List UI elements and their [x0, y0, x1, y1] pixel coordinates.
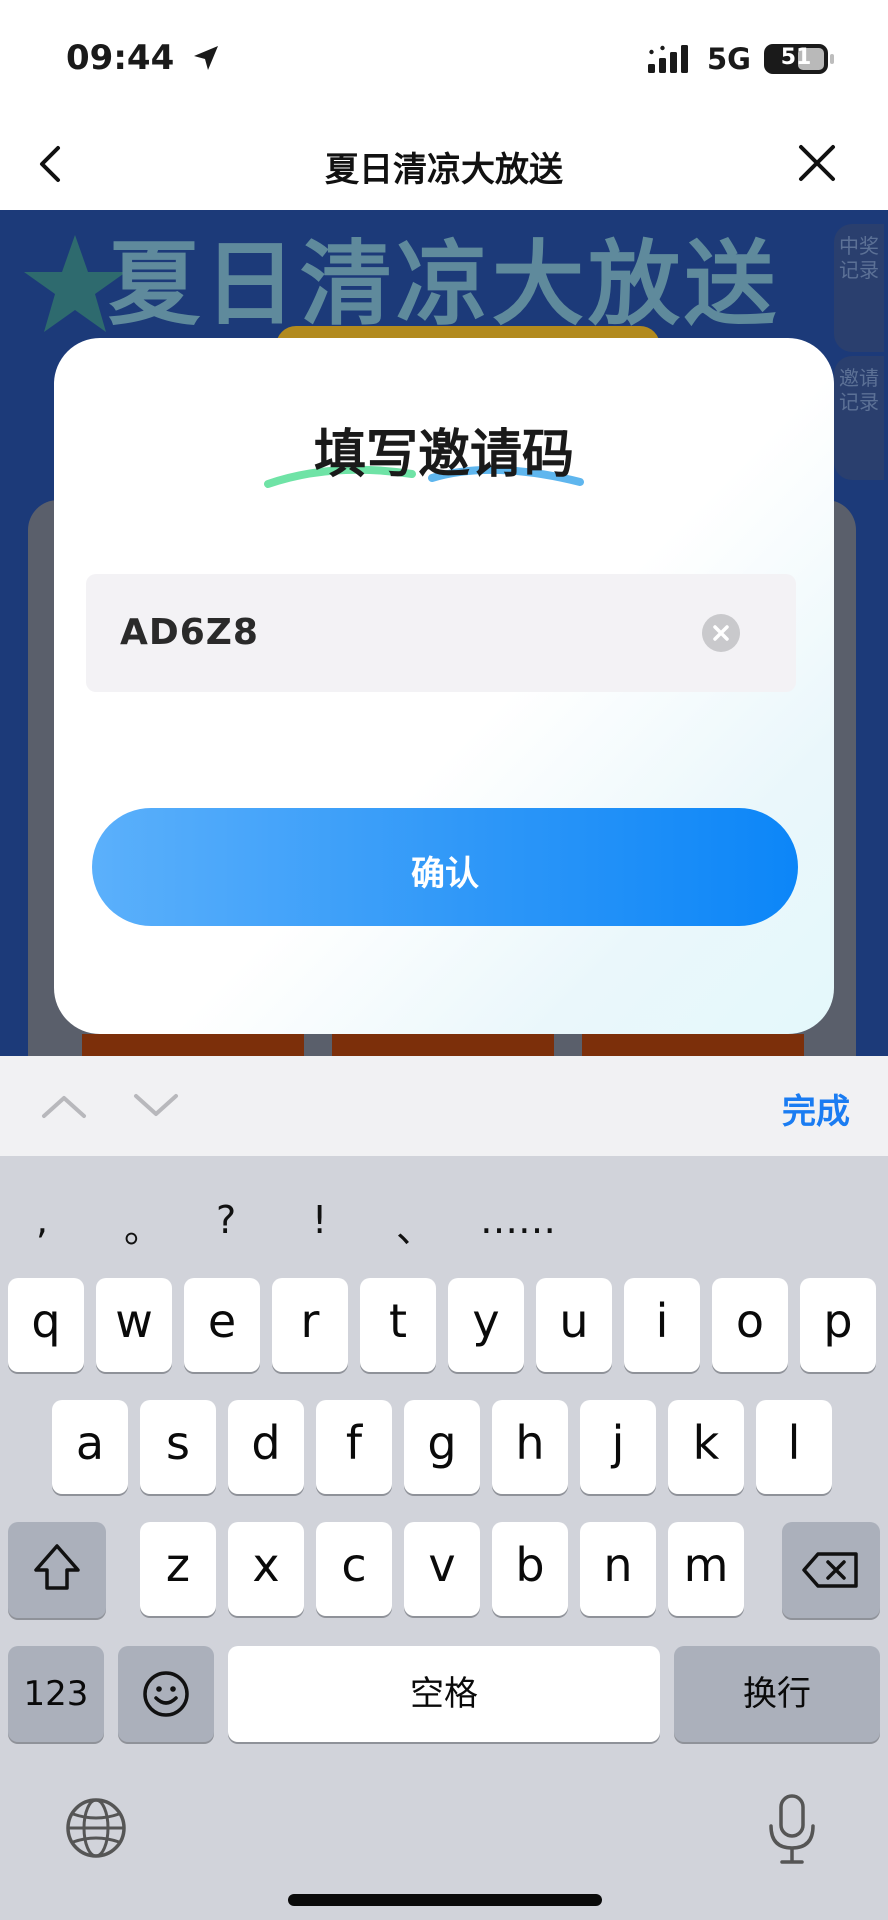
keyboard: , 。 ? ! 、 …… q w e r t y u i o p a s d f…	[0, 1156, 888, 1920]
status-time: 09:44	[66, 38, 175, 78]
network-type: 5G	[707, 42, 751, 76]
key-d[interactable]: d	[228, 1400, 304, 1494]
cellular-signal-icon	[648, 45, 688, 73]
dialog-title: 填写邀请码	[313, 425, 574, 485]
key-x[interactable]: x	[228, 1522, 304, 1616]
nav-bar: 夏日清凉大放送	[0, 118, 888, 210]
previous-field-chevron-up-icon[interactable]	[40, 1090, 88, 1122]
microphone-icon[interactable]	[764, 1792, 820, 1868]
key-y[interactable]: y	[448, 1278, 524, 1372]
key-g[interactable]: g	[404, 1400, 480, 1494]
punct-key[interactable]: ?	[216, 1198, 236, 1242]
promo-card	[82, 1034, 304, 1056]
emoji-key[interactable]	[118, 1646, 214, 1742]
key-u[interactable]: u	[536, 1278, 612, 1372]
side-tab-prize-records[interactable]: 中奖记录	[834, 224, 884, 352]
confirm-label: 确认	[411, 854, 479, 894]
battery-level: 51	[780, 45, 812, 70]
key-n[interactable]: n	[580, 1522, 656, 1616]
key-z[interactable]: z	[140, 1522, 216, 1616]
shift-arrow-icon	[34, 1544, 80, 1590]
key-w[interactable]: w	[96, 1278, 172, 1372]
close-icon[interactable]	[796, 138, 838, 188]
key-k[interactable]: k	[668, 1400, 744, 1494]
punct-key[interactable]: !	[312, 1198, 327, 1242]
key-o[interactable]: o	[712, 1278, 788, 1372]
globe-icon[interactable]	[64, 1796, 128, 1860]
key-l[interactable]: l	[756, 1400, 832, 1494]
confirm-button[interactable]: 确认	[92, 808, 798, 926]
key-p[interactable]: p	[800, 1278, 876, 1372]
shift-key[interactable]	[8, 1522, 106, 1618]
punct-key[interactable]: 。	[124, 1198, 162, 1253]
emoji-smiley-icon	[143, 1671, 189, 1717]
invite-code-dialog: 填写邀请码 AD6Z8 确认	[54, 338, 834, 1034]
key-a[interactable]: a	[52, 1400, 128, 1494]
space-key[interactable]: 空格	[228, 1646, 660, 1742]
key-r[interactable]: r	[272, 1278, 348, 1372]
key-h[interactable]: h	[492, 1400, 568, 1494]
key-j[interactable]: j	[580, 1400, 656, 1494]
key-i[interactable]: i	[624, 1278, 700, 1372]
clear-x-icon	[713, 625, 729, 641]
invite-code-value: AD6Z8	[120, 612, 259, 653]
home-indicator	[288, 1894, 602, 1906]
punct-key[interactable]: 、	[396, 1198, 434, 1253]
key-c[interactable]: c	[316, 1522, 392, 1616]
done-button[interactable]: 完成	[782, 1084, 850, 1133]
key-t[interactable]: t	[360, 1278, 436, 1372]
punct-key[interactable]: ……	[480, 1198, 556, 1242]
numbers-key[interactable]: 123	[8, 1646, 104, 1742]
key-v[interactable]: v	[404, 1522, 480, 1616]
key-s[interactable]: s	[140, 1400, 216, 1494]
backspace-key[interactable]	[782, 1522, 880, 1618]
status-bar: 09:44 5G 51	[0, 0, 888, 118]
key-b[interactable]: b	[492, 1522, 568, 1616]
keyboard-accessory-bar: 完成	[0, 1056, 888, 1156]
key-q[interactable]: q	[8, 1278, 84, 1372]
invite-code-input[interactable]: AD6Z8	[86, 574, 796, 692]
location-arrow-icon	[194, 46, 218, 70]
clear-input-button[interactable]	[702, 614, 740, 652]
punct-key[interactable]: ,	[36, 1198, 48, 1242]
promo-card	[332, 1034, 554, 1056]
promo-banner-title: 夏日清凉大放送	[107, 231, 780, 338]
key-f[interactable]: f	[316, 1400, 392, 1494]
key-m[interactable]: m	[668, 1522, 744, 1616]
promo-card	[582, 1034, 804, 1056]
key-e[interactable]: e	[184, 1278, 260, 1372]
page-title: 夏日清凉大放送	[325, 150, 563, 190]
backspace-icon	[802, 1552, 858, 1588]
return-key[interactable]: 换行	[674, 1646, 880, 1742]
next-field-chevron-down-icon[interactable]	[132, 1090, 180, 1122]
side-tab-invite-records[interactable]: 邀请记录	[834, 356, 884, 480]
battery-icon: 51	[764, 44, 834, 74]
